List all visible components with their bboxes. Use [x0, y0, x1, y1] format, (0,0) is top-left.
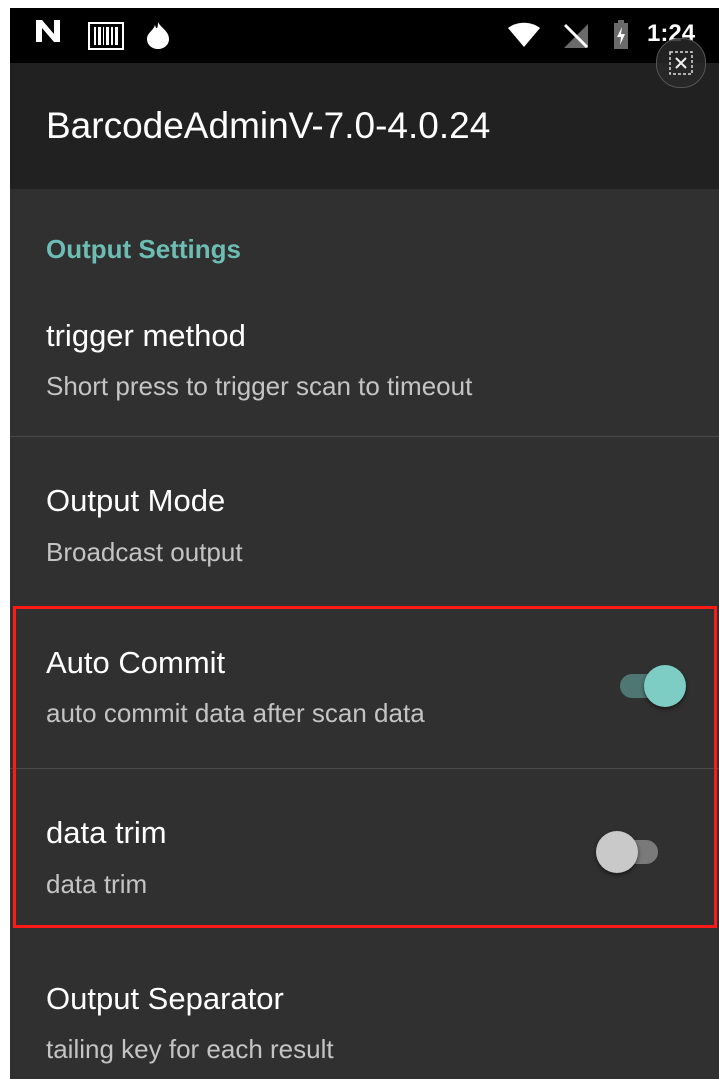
settings-screen: 1:24 BarcodeAdminV-7.0-4.0.24 Output Set… [10, 8, 719, 1079]
pref-output-separator[interactable]: Output Separator tailing key for each re… [10, 929, 719, 1079]
pref-trigger-method[interactable]: trigger method Short press to trigger sc… [10, 298, 719, 436]
pref-title: trigger method [46, 318, 246, 353]
pref-summary: Short press to trigger scan to timeout [46, 371, 473, 401]
pref-output-mode[interactable]: Output Mode Broadcast output [10, 437, 719, 607]
wifi-icon [507, 22, 541, 53]
data-trim-switch[interactable] [596, 831, 666, 873]
battery-charging-icon [613, 20, 629, 55]
pref-summary: data trim [46, 869, 148, 899]
auto-commit-switch[interactable] [614, 665, 686, 707]
pref-title: Output Separator [46, 981, 284, 1016]
pref-summary: auto commit data after scan data [46, 698, 425, 728]
pref-summary: tailing key for each result [46, 1034, 334, 1064]
pref-auto-commit[interactable]: Auto Commit auto commit data after scan … [10, 607, 719, 768]
pref-title: Auto Commit [46, 645, 226, 680]
app-bar: BarcodeAdminV-7.0-4.0.24 [10, 63, 719, 189]
no-sim-icon [562, 22, 590, 55]
pref-data-trim[interactable]: data trim data trim [10, 769, 719, 929]
switch-thumb [596, 831, 638, 873]
flame-icon [145, 20, 171, 55]
app-title: BarcodeAdminV-7.0-4.0.24 [46, 105, 491, 146]
switch-thumb [644, 665, 686, 707]
pref-title: data trim [46, 815, 167, 850]
status-bar: 1:24 [10, 8, 719, 63]
pref-title: Output Mode [46, 483, 226, 518]
n-notification-icon [34, 18, 62, 51]
close-icon [669, 51, 693, 75]
barcode-icon [88, 22, 124, 55]
pref-summary: Broadcast output [46, 537, 243, 567]
screenshot-close-button[interactable] [656, 38, 706, 88]
section-header-output-settings: Output Settings [46, 234, 241, 264]
